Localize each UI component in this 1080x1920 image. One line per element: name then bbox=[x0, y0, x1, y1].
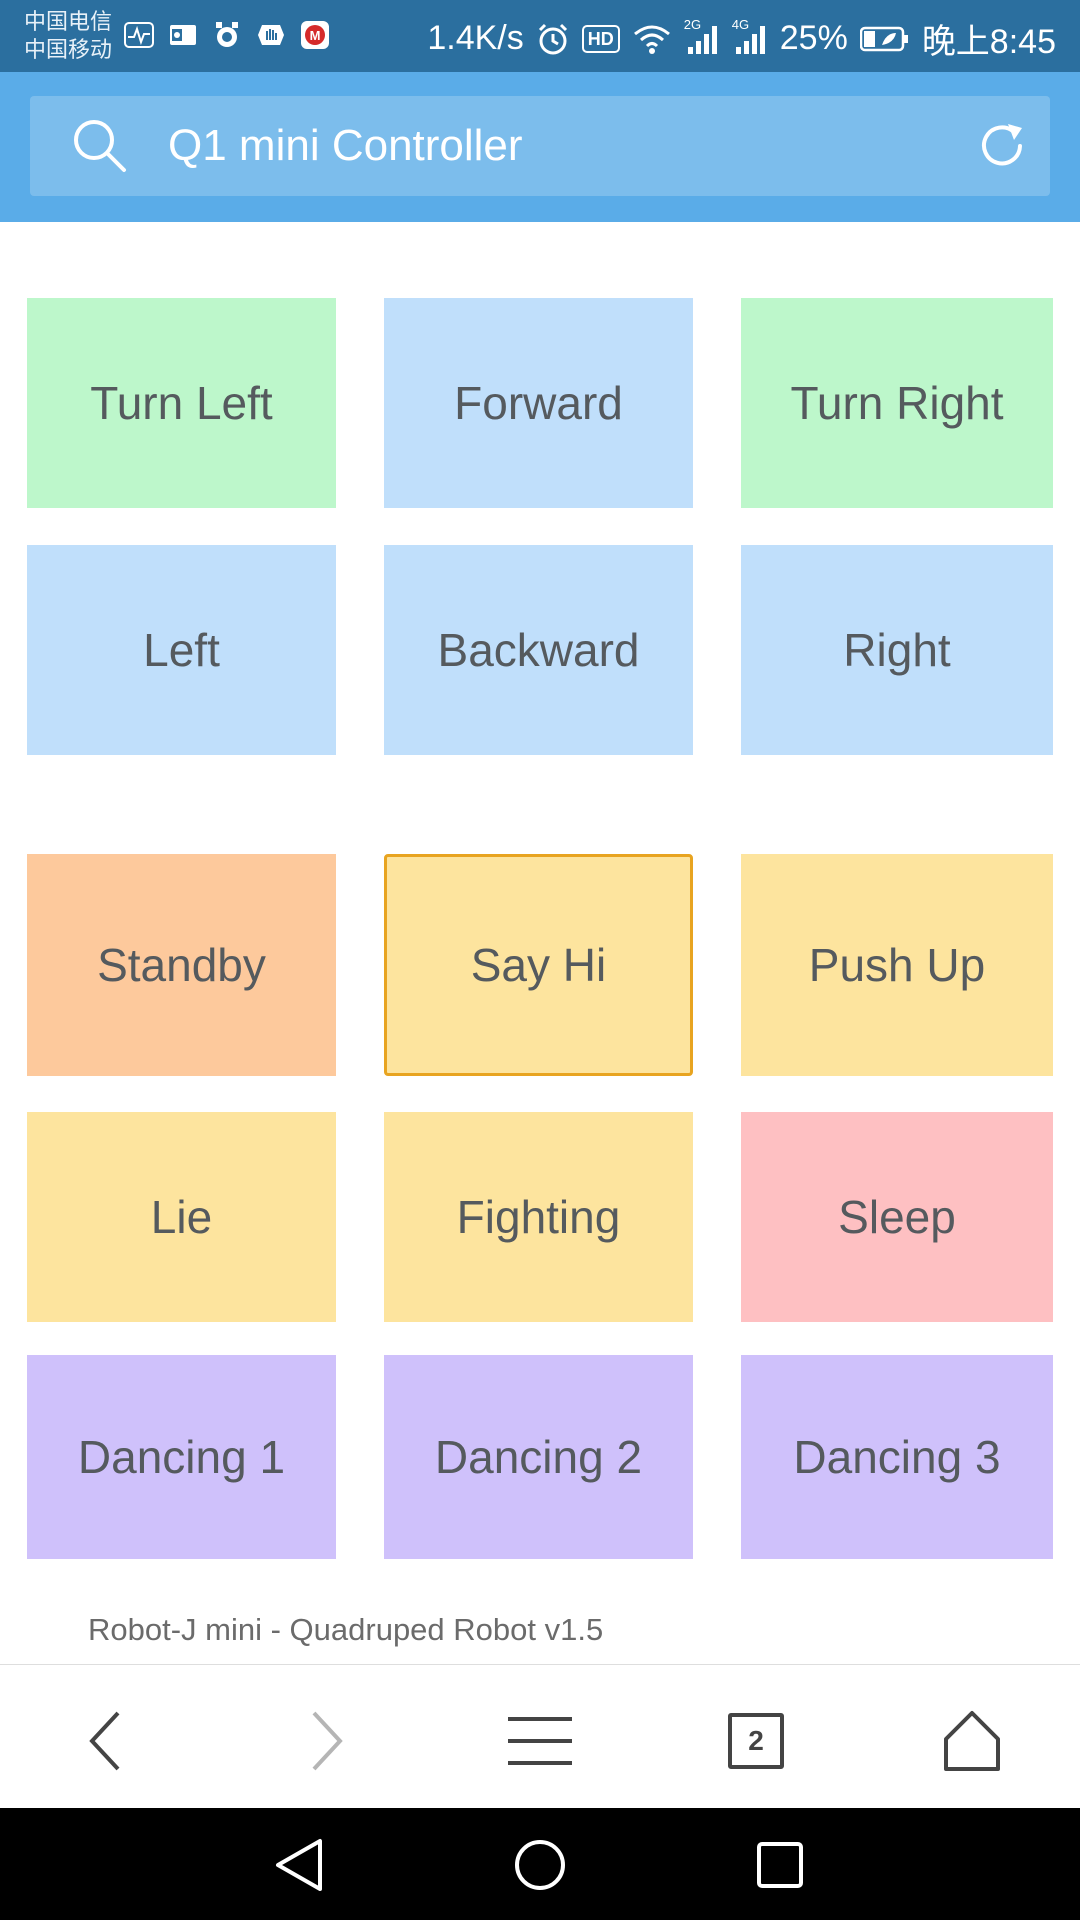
clock-time: 晚上8:45 bbox=[921, 23, 1056, 61]
tab-count: 2 bbox=[728, 1713, 784, 1769]
push-up-button[interactable]: Push Up bbox=[741, 854, 1053, 1076]
forward-icon[interactable] bbox=[286, 1701, 366, 1781]
lie-button[interactable]: Lie bbox=[27, 1112, 336, 1322]
sleep-button[interactable]: Sleep bbox=[741, 1112, 1053, 1322]
signal-2g-label: 2G bbox=[683, 16, 702, 32]
forward-button[interactable]: Forward bbox=[384, 298, 693, 508]
dancing-1-button[interactable]: Dancing 1 bbox=[27, 1355, 336, 1559]
system-nav-bar bbox=[0, 1808, 1080, 1920]
nav-home-icon[interactable] bbox=[505, 1830, 575, 1900]
nav-recents-icon[interactable] bbox=[745, 1830, 815, 1900]
carrier-labels: 中国电信 中国移动 bbox=[24, 8, 112, 64]
hd-icon: HD bbox=[581, 24, 620, 53]
version-text: Robot-J mini - Quadruped Robot v1.5 bbox=[88, 1612, 604, 1647]
browser-toolbar: 2 bbox=[0, 1664, 1080, 1809]
hd-label: HD bbox=[581, 24, 620, 53]
signal-4g-icon: 4G bbox=[732, 17, 768, 55]
say-hi-button[interactable]: Say Hi bbox=[384, 854, 693, 1076]
page-title[interactable]: Q1 mini Controller bbox=[168, 120, 523, 172]
fighting-button[interactable]: Fighting bbox=[384, 1112, 693, 1322]
alarm-clock-icon bbox=[536, 22, 570, 56]
battery-percent: 25% bbox=[779, 19, 848, 57]
alarm-app-icon bbox=[210, 18, 244, 52]
nav-back-icon[interactable] bbox=[265, 1830, 335, 1900]
back-icon[interactable] bbox=[66, 1701, 146, 1781]
browser-header: Q1 mini Controller bbox=[0, 72, 1080, 222]
left-button[interactable]: Left bbox=[27, 545, 336, 755]
menu-icon[interactable] bbox=[500, 1701, 580, 1781]
reload-icon[interactable] bbox=[974, 118, 1030, 174]
system-indicators: 1.4K/s HD 2G 4G 25% 晚上8:45 bbox=[427, 14, 1056, 63]
signal-4g-label: 4G bbox=[731, 16, 750, 32]
right-button[interactable]: Right bbox=[741, 545, 1053, 755]
turn-right-button[interactable]: Turn Right bbox=[741, 298, 1053, 508]
status-bar: 中国电信 中国移动 M 1.4K/s HD 2G 4G 25% 晚上8:45 bbox=[0, 0, 1080, 72]
dancing-3-button[interactable]: Dancing 3 bbox=[741, 1355, 1053, 1559]
backward-button[interactable]: Backward bbox=[384, 545, 693, 755]
notification-icons: M bbox=[122, 18, 332, 52]
metro-icon: M bbox=[298, 18, 332, 52]
turn-left-button[interactable]: Turn Left bbox=[27, 298, 336, 508]
network-speed: 1.4K/s bbox=[427, 19, 524, 57]
standby-button[interactable]: Standby bbox=[27, 854, 336, 1076]
carrier-1: 中国电信 bbox=[24, 9, 113, 34]
search-icon[interactable] bbox=[70, 116, 130, 176]
wifi-icon bbox=[632, 22, 672, 56]
outlook-icon bbox=[166, 18, 200, 52]
carrier-2: 中国移动 bbox=[24, 37, 113, 62]
dancing-2-button[interactable]: Dancing 2 bbox=[384, 1355, 693, 1559]
signal-2g-icon: 2G bbox=[684, 17, 720, 55]
activity-icon bbox=[122, 18, 156, 52]
address-bar[interactable]: Q1 mini Controller bbox=[30, 96, 1050, 196]
home-icon[interactable] bbox=[932, 1701, 1012, 1781]
svg-text:M: M bbox=[310, 28, 321, 43]
battery-icon bbox=[859, 25, 910, 53]
tabs-icon[interactable]: 2 bbox=[716, 1701, 796, 1781]
hand-icon bbox=[254, 18, 288, 52]
